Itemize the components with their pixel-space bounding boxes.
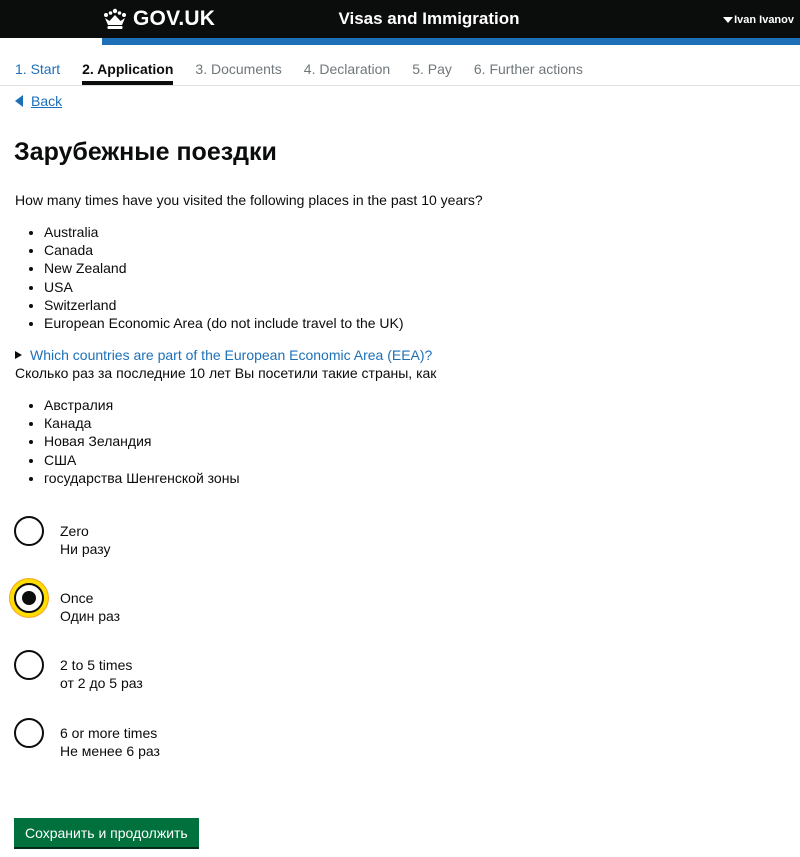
option-label-ru: Один раз xyxy=(60,608,121,624)
radio-labels: Once Один раз xyxy=(60,589,120,625)
option-label-en: Zero xyxy=(60,523,89,539)
user-name: Ivan Ivanov xyxy=(734,14,794,26)
step-start[interactable]: 1. Start xyxy=(15,61,60,85)
list-item: USA xyxy=(44,278,404,296)
list-item: European Economic Area (do not include t… xyxy=(44,314,404,332)
step-pay: 5. Pay xyxy=(412,61,452,77)
page-title: Зарубежные поездки xyxy=(14,138,277,166)
radio-labels: 6 or more times Не менее 6 раз xyxy=(60,724,160,760)
list-item: США xyxy=(44,451,240,469)
user-menu[interactable]: Ivan Ivanov xyxy=(723,14,794,26)
caret-down-icon xyxy=(723,17,734,23)
option-label-ru: от 2 до 5 раз xyxy=(60,675,143,691)
details-summary: Which countries are part of the European… xyxy=(30,347,433,363)
progress-steps: 1. Start 2. Application 3. Documents 4. … xyxy=(15,61,605,85)
step-application: 2. Application xyxy=(82,61,174,85)
question-english: How many times have you visited the foll… xyxy=(15,192,483,208)
radio-selected-dot xyxy=(22,591,36,605)
radio-labels: Zero Ни разу xyxy=(60,522,111,558)
list-item: Australia xyxy=(44,223,404,241)
steps-divider xyxy=(0,85,800,86)
eea-details-toggle[interactable]: Which countries are part of the European… xyxy=(15,347,432,363)
list-item: Канада xyxy=(44,414,240,432)
step-documents: 3. Documents xyxy=(195,61,282,77)
list-item: New Zealand xyxy=(44,259,404,277)
option-label-ru: Не менее 6 раз xyxy=(60,743,160,759)
question-russian: Сколько раз за последние 10 лет Вы посет… xyxy=(15,365,437,381)
list-item: государства Шенгенской зоны xyxy=(44,469,240,487)
option-label-en: 2 to 5 times xyxy=(60,657,133,673)
list-item: Switzerland xyxy=(44,296,404,314)
places-list-english: Australia Canada New Zealand USA Switzer… xyxy=(44,223,404,332)
back-arrow-icon xyxy=(15,95,23,107)
triangle-right-icon xyxy=(15,351,22,359)
back-label: Back xyxy=(31,93,63,109)
header-blue-bar xyxy=(102,38,800,45)
radio-circle[interactable] xyxy=(14,516,44,546)
option-label-en: 6 or more times xyxy=(60,725,158,741)
list-item: Новая Зеландия xyxy=(44,432,240,450)
step-declaration: 4. Declaration xyxy=(303,61,391,77)
back-link[interactable]: Back xyxy=(15,93,62,109)
list-item: Canada xyxy=(44,241,404,259)
places-list-russian: Австралия Канада Новая Зеландия США госу… xyxy=(44,396,240,487)
radio-circle[interactable] xyxy=(14,650,44,680)
radio-labels: 2 to 5 times от 2 до 5 раз xyxy=(60,656,143,692)
save-and-continue-button[interactable]: Сохранить и продолжить xyxy=(14,818,199,847)
option-label-ru: Ни разу xyxy=(60,541,111,557)
radio-circle[interactable] xyxy=(14,583,44,613)
option-label-en: Once xyxy=(60,590,94,606)
service-name[interactable]: Visas and Immigration xyxy=(0,9,800,29)
list-item: Австралия xyxy=(44,396,240,414)
radio-circle[interactable] xyxy=(14,718,44,748)
step-further-actions: 6. Further actions xyxy=(473,61,583,77)
